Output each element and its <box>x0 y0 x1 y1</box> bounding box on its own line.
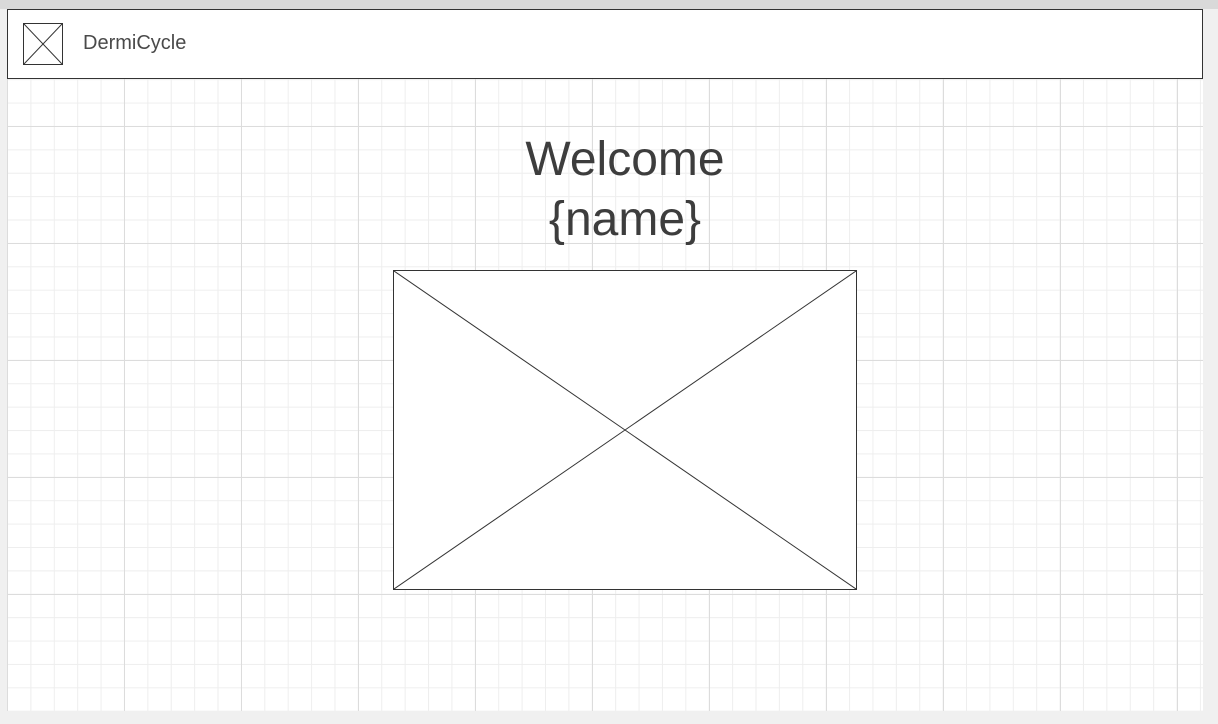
welcome-text: Welcome <box>525 133 725 186</box>
app-title[interactable]: DermiCycle <box>83 32 186 55</box>
hero-image-placeholder-icon <box>393 270 857 590</box>
welcome-heading: Welcome {name} <box>425 130 825 250</box>
user-name-text: {name} <box>548 193 702 246</box>
logo-placeholder-icon[interactable] <box>23 23 63 65</box>
window-top-strip <box>0 0 1218 9</box>
app-header: DermiCycle <box>7 9 1203 79</box>
